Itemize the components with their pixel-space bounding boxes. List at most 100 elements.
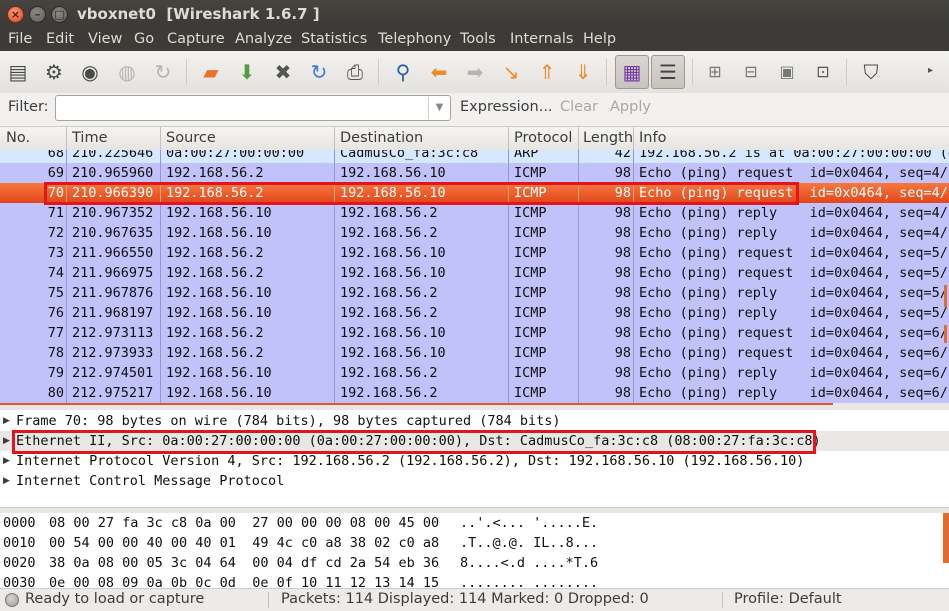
status-profile[interactable]: Profile: Default [734,591,842,607]
hex-offset: 0020 [3,555,36,571]
cell-info: Echo (ping) reply id=0x0464, seq=6/1 [639,385,949,401]
packet-list-hscroll[interactable] [0,403,833,405]
menu-internals[interactable]: Internals [510,31,573,47]
packet-row[interactable]: 69 210.965960 192.168.56.2 192.168.56.10 ICM… [0,163,949,183]
hex-ascii: ..'.<... '.....E. [460,515,599,531]
stop-capture-icon[interactable]: ◍ [114,59,140,85]
detail-row-ipv4[interactable]: ▶ Internet Protocol Version 4, Src: 192.… [0,451,949,471]
hex-row[interactable]: 0010 00 54 00 00 40 00 40 01 49 4c c0 a8… [0,533,949,553]
close-window-icon[interactable]: × [7,6,24,23]
status-packets: Packets: 114 Displayed: 114 Marked: 0 Dr… [281,591,649,607]
expand-arrow-icon[interactable]: ▶ [3,431,10,451]
detail-row-icmp[interactable]: ▶ Internet Control Message Protocol [0,471,949,491]
hex-offset: 0030 [3,575,36,588]
go-forward-icon[interactable]: ➡ [462,59,488,85]
packet-row[interactable]: 71 210.967352 192.168.56.10 192.168.56.2 ICM… [0,203,949,223]
menu-statistics[interactable]: Statistics [301,31,367,47]
cell-src: 192.168.56.10 [166,225,272,241]
clear-button[interactable]: Clear [560,99,598,115]
zoom-out-icon[interactable]: ⊟ [738,59,764,85]
packet-row[interactable]: 75 211.967876 192.168.56.10 192.168.56.2 ICM… [0,283,949,303]
expert-info-icon[interactable] [5,593,19,607]
cell-dst: 192.168.56.2 [340,205,438,221]
detail-text: Frame 70: 98 bytes on wire (784 bits), 9… [16,413,561,429]
go-back-icon[interactable]: ⬅ [426,59,452,85]
start-capture-icon[interactable]: ◉ [77,59,103,85]
go-last-icon[interactable]: ⇓ [570,59,596,85]
packet-row[interactable]: 68 210.225646 0a:00:27:00:00:00 CadmusCo_fa… [0,150,949,163]
maximize-window-icon[interactable]: □ [51,6,68,23]
hex-row[interactable]: 0020 38 0a 08 00 05 3c 04 64 00 04 df cd… [0,553,949,573]
expression-button[interactable]: Expression... [460,99,553,115]
cell-proto: ICMP [514,205,547,221]
filter-input[interactable] [55,95,451,121]
cell-src: 192.168.56.10 [166,305,272,321]
detail-row-frame[interactable]: ▶ Frame 70: 98 bytes on wire (784 bits),… [0,411,949,431]
packet-row[interactable]: 77 212.973113 192.168.56.2 192.168.56.10 ICM… [0,323,949,343]
window-title: vboxnet0 [Wireshark 1.6.7 ] [77,5,320,23]
menu-help[interactable]: Help [583,31,616,47]
filter-dropdown-icon[interactable]: ▼ [428,97,450,119]
cell-src: 0a:00:27:00:00:00 [166,150,305,161]
packet-row[interactable]: 78 212.973933 192.168.56.2 192.168.56.10 ICM… [0,343,949,363]
hex-bytes: 0e 00 08 09 0a 0b 0c 0d 0e 0f 10 11 12 1… [49,575,440,588]
hex-row[interactable]: 0030 0e 00 08 09 0a 0b 0c 0d 0e 0f 10 11… [0,573,949,588]
packet-row[interactable]: 72 210.967635 192.168.56.10 192.168.56.2 ICM… [0,223,949,243]
cell-info: Echo (ping) request id=0x0464, seq=6/1 [639,345,949,361]
cell-proto: ICMP [514,365,547,381]
menu-file[interactable]: File [8,31,32,47]
menu-capture[interactable]: Capture [167,31,225,47]
menu-telephony[interactable]: Telephony [378,31,451,47]
bytes-scrollbar[interactable] [943,513,949,563]
restart-capture-icon[interactable]: ↻ [150,59,176,85]
packet-row[interactable]: 73 211.966550 192.168.56.2 192.168.56.10 ICM… [0,243,949,263]
interface-list-icon[interactable]: ▤ [5,59,31,85]
resize-columns-icon[interactable]: ⊡ [810,59,836,85]
cell-proto: ICMP [514,305,547,321]
cell-no: 72 [47,225,64,241]
expand-arrow-icon[interactable]: ▶ [3,471,10,491]
menu-go[interactable]: Go [134,31,154,47]
cell-len: 98 [614,285,631,301]
normal-size-icon[interactable]: ▣ [774,59,800,85]
packet-row[interactable]: 74 211.966975 192.168.56.2 192.168.56.10 ICM… [0,263,949,283]
capture-filters-icon[interactable]: ⛉ [858,59,884,85]
minimize-window-icon[interactable]: – [29,6,46,23]
auto-scroll-icon[interactable]: ☰ [651,55,685,89]
apply-button[interactable]: Apply [610,99,651,115]
cell-proto: ICMP [514,165,547,181]
zoom-in-icon[interactable]: ⊞ [702,59,728,85]
cell-dst: 192.168.56.10 [340,265,446,281]
menu-tools[interactable]: Tools [460,31,496,47]
close-file-icon[interactable]: ✖ [270,59,296,85]
hex-row[interactable]: 0000 08 00 27 fa 3c c8 0a 00 27 00 00 00… [0,513,949,533]
highlight-ethernet-row [12,430,816,454]
detail-text: Internet Protocol Version 4, Src: 192.16… [16,453,805,469]
find-packet-icon[interactable]: ⚲ [390,59,416,85]
print-icon[interactable]: ⎙ [342,59,368,85]
expand-arrow-icon[interactable]: ▶ [3,451,10,471]
go-first-icon[interactable]: ⇑ [534,59,560,85]
menu-view[interactable]: View [88,31,122,47]
save-file-icon[interactable]: ⬇ [234,59,260,85]
packet-row[interactable]: 79 212.974501 192.168.56.10 192.168.56.2 ICM… [0,363,949,383]
cell-no: 77 [47,325,64,341]
colorize-icon[interactable]: ▦ [615,55,649,89]
cell-dst: 192.168.56.10 [340,245,446,261]
packet-row[interactable]: 80 212.975217 192.168.56.10 192.168.56.2 ICM… [0,383,949,403]
scrollbar-marker [944,325,947,343]
reload-icon[interactable]: ↻ [306,59,332,85]
go-to-packet-icon[interactable]: ↘ [498,59,524,85]
expand-arrow-icon[interactable]: ▶ [3,411,10,431]
menu-analyze[interactable]: Analyze [235,31,292,47]
menu-edit[interactable]: Edit [46,31,74,47]
toolbar-overflow-icon[interactable]: ▸ [928,65,933,76]
cell-info: Echo (ping) reply id=0x0464, seq=5/1 [639,305,949,321]
cell-dst: 192.168.56.2 [340,305,438,321]
cell-dst: 192.168.56.2 [340,385,438,401]
open-file-icon[interactable]: ▰ [198,59,224,85]
cell-proto: ICMP [514,285,547,301]
capture-options-icon[interactable]: ⚙ [41,59,67,85]
detail-text: Internet Control Message Protocol [16,473,285,489]
packet-row[interactable]: 76 211.968197 192.168.56.10 192.168.56.2 ICM… [0,303,949,323]
